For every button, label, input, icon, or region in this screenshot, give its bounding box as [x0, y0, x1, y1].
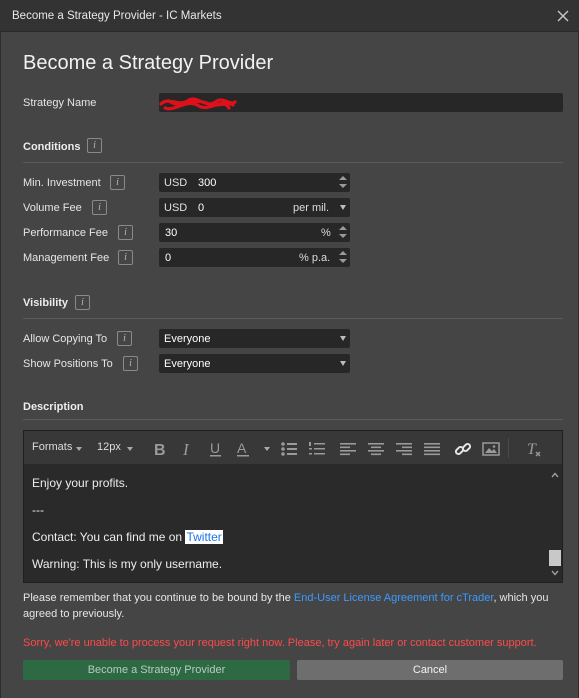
performance-fee-label: Performance Fee [23, 227, 108, 239]
performance-fee-field[interactable]: 30 % [159, 223, 350, 242]
info-icon[interactable]: i [123, 356, 138, 371]
info-icon[interactable]: i [118, 225, 133, 240]
description-heading: Description [23, 401, 84, 413]
min-investment-value: 300 [198, 177, 217, 189]
svg-text:B: B [154, 442, 166, 458]
management-fee-unit: % p.a. [299, 252, 331, 264]
become-strategy-provider-button[interactable]: Become a Strategy Provider [23, 660, 290, 680]
management-fee-field[interactable]: 0 % p.a. [159, 248, 350, 267]
image-icon[interactable] [482, 440, 500, 458]
description-editor[interactable]: Formats 12px B I U A T Enjoy your profit… [23, 430, 563, 583]
numbered-list-icon[interactable] [308, 440, 326, 458]
visibility-heading: Visibility [23, 297, 69, 309]
text-color-icon[interactable]: A [235, 440, 253, 458]
chevron-down-icon[interactable] [127, 447, 133, 451]
editor-scrollbar[interactable] [548, 466, 562, 582]
currency-label: USD [164, 202, 188, 214]
window-title: Become a Strategy Provider - IC Markets [12, 10, 222, 22]
close-icon[interactable] [555, 8, 571, 24]
formats-dropdown[interactable]: Formats [32, 441, 72, 453]
scroll-up-icon[interactable] [551, 472, 559, 478]
align-left-icon[interactable] [339, 440, 357, 458]
description-line: --- [32, 503, 44, 517]
error-message: Sorry, we're unable to process your requ… [23, 637, 537, 649]
contact-text: Contact: You can find me on [32, 530, 186, 544]
show-positions-value: Everyone [164, 358, 211, 370]
divider [23, 419, 563, 420]
window-titlebar: Become a Strategy Provider - IC Markets [0, 0, 579, 32]
stepper-icon[interactable] [339, 250, 347, 265]
min-investment-field[interactable]: USD 300 [159, 173, 350, 192]
info-icon[interactable]: i [118, 250, 133, 265]
min-investment-label: Min. Investment [23, 177, 101, 189]
link-icon[interactable] [454, 440, 472, 458]
editor-content[interactable]: Enjoy your profits. --- Contact: You can… [24, 466, 548, 582]
description-line: Contact: You can find me on Twitter [32, 530, 223, 544]
show-positions-label: Show Positions To [23, 358, 113, 370]
chevron-down-icon[interactable] [340, 361, 346, 366]
scrollbar-thumb[interactable] [549, 550, 561, 566]
stepper-icon[interactable] [339, 175, 347, 190]
description-line: Warning: This is my only username. [32, 557, 223, 571]
info-icon[interactable]: i [110, 175, 125, 190]
conditions-heading: Conditions [23, 141, 81, 153]
info-icon[interactable]: i [87, 138, 102, 153]
currency-label: USD [164, 177, 188, 189]
chevron-down-icon[interactable] [340, 205, 346, 210]
volume-fee-unit: per mil. [293, 202, 330, 214]
stepper-icon[interactable] [339, 225, 347, 240]
align-right-icon[interactable] [395, 440, 413, 458]
divider [23, 162, 563, 163]
twitter-link[interactable]: Twitter [185, 530, 223, 544]
editor-toolbar: Formats 12px B I U A T [24, 431, 562, 465]
chevron-down-icon[interactable] [264, 447, 270, 451]
svg-text:A: A [237, 440, 247, 456]
chevron-down-icon[interactable] [76, 447, 82, 451]
redaction-scribble [159, 97, 237, 111]
allow-copying-label: Allow Copying To [23, 333, 108, 345]
bullet-list-icon[interactable] [280, 440, 298, 458]
volume-fee-field[interactable]: USD 0 per mil. [159, 198, 350, 217]
scroll-down-icon[interactable] [551, 570, 559, 576]
bold-icon[interactable]: B [151, 440, 169, 459]
strategy-provider-dialog: Become a Strategy Provider Strategy Name… [0, 32, 579, 698]
svg-text:U: U [210, 440, 220, 456]
italic-icon[interactable]: I [179, 440, 197, 459]
performance-fee-unit: % [321, 227, 331, 239]
font-size-dropdown[interactable]: 12px [97, 441, 121, 453]
info-icon[interactable]: i [92, 200, 107, 215]
clear-formatting-icon[interactable]: T [524, 440, 542, 458]
description-line: Enjoy your profits. [32, 476, 129, 490]
underline-icon[interactable]: U [207, 440, 225, 458]
management-fee-value: 0 [165, 252, 172, 264]
dialog-heading: Become a Strategy Provider [23, 52, 274, 74]
allow-copying-value: Everyone [164, 333, 211, 345]
svg-text:I: I [182, 440, 190, 458]
align-center-icon[interactable] [367, 440, 385, 458]
divider [23, 318, 563, 319]
info-icon[interactable]: i [75, 295, 90, 310]
eula-link[interactable]: End-User License Agreement for cTrader [294, 592, 494, 604]
info-icon[interactable]: i [117, 331, 132, 346]
show-positions-select[interactable]: Everyone [159, 354, 350, 373]
align-justify-icon[interactable] [423, 440, 441, 458]
chevron-down-icon[interactable] [340, 336, 346, 341]
performance-fee-value: 30 [165, 227, 178, 239]
management-fee-label: Management Fee [23, 252, 110, 264]
volume-fee-label: Volume Fee [23, 202, 82, 214]
svg-text:T: T [527, 441, 537, 458]
license-notice: Please remember that you continue to be … [23, 592, 549, 620]
strategy-name-label: Strategy Name [23, 97, 97, 109]
volume-fee-value: 0 [198, 202, 205, 214]
allow-copying-select[interactable]: Everyone [159, 329, 350, 348]
cancel-button[interactable]: Cancel [297, 660, 563, 680]
toolbar-divider [508, 438, 509, 458]
